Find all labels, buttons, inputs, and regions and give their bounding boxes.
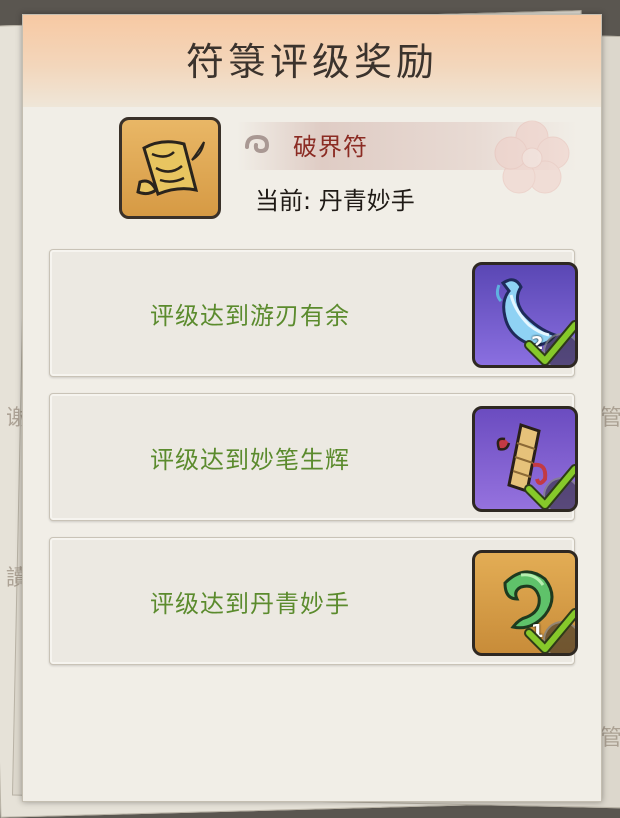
check-icon	[524, 320, 575, 365]
background-glyph: 管	[600, 726, 620, 751]
reward-condition: 评级达到游刃有余	[150, 301, 350, 330]
check-icon	[524, 464, 575, 509]
current-rating: 当前: 丹青妙手	[255, 181, 415, 216]
current-rating-label: 当前:	[255, 187, 312, 215]
scroll-talisman-icon[interactable]	[119, 117, 221, 219]
scroll-bundle-icon[interactable]	[472, 406, 578, 512]
reward-dialog: 符箓评级奖励 破界符 当前: 丹青妙手 评级达到游刃有余 2 评级达到妙笔生辉 …	[22, 14, 602, 802]
dialog-header: 符箓评级奖励	[23, 15, 601, 107]
blue-ribbon-blade-icon[interactable]: 2	[472, 262, 578, 368]
jade-swirl-icon[interactable]: 1	[472, 550, 578, 656]
reward-row: 评级达到游刃有余 2	[49, 249, 578, 377]
dialog-title: 符箓评级奖励	[185, 40, 438, 84]
cloud-swirl-icon	[245, 134, 270, 154]
reward-condition: 评级达到丹青妙手	[150, 589, 350, 618]
background-glyph: 管	[600, 406, 620, 431]
item-name: 破界符	[293, 133, 368, 161]
reward-condition: 评级达到妙笔生辉	[150, 445, 350, 474]
reward-row: 评级达到妙笔生辉	[49, 393, 578, 521]
reward-row: 评级达到丹青妙手 1	[49, 537, 578, 665]
flower-ornament-icon	[494, 120, 570, 194]
current-rating-value: 丹青妙手	[318, 187, 415, 215]
check-icon	[524, 608, 575, 653]
